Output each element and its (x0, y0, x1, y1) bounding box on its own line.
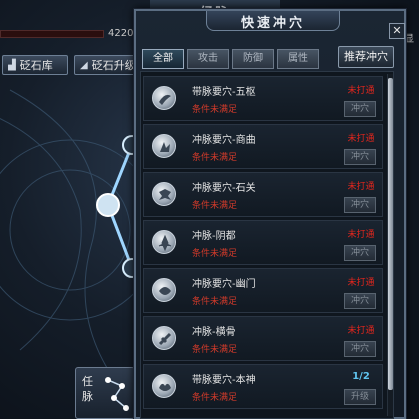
acupoint-name: 冲脉要穴-幽门 (192, 279, 256, 290)
open-acupoint-button[interactable]: 冲穴 (344, 293, 376, 309)
stone-library-button[interactable]: ▟ 砭石库 (2, 55, 68, 75)
acupoint-condition: 条件未满足 (192, 345, 238, 355)
list-scrollbar[interactable] (387, 74, 393, 416)
acupoint-condition: 条件未满足 (192, 153, 238, 163)
list-item[interactable]: 冲脉要穴-幽门 条件未满足 未打通 冲穴 (143, 268, 383, 313)
meridian-tab-renmai[interactable]: 任脉 (75, 367, 135, 419)
stone-library-icon: ▟ (8, 59, 16, 71)
close-button[interactable]: ✕ (389, 23, 405, 39)
filter-tabs: 全部 攻击 防御 属性 (142, 49, 319, 69)
acupoint-status: 未打通 (347, 182, 375, 192)
acupoint-status: 未打通 (347, 230, 375, 240)
acupoint-status: 未打通 (347, 278, 375, 288)
acupoint-level-progress: 1/2 (352, 371, 370, 382)
acupoint-name: 冲脉-横骨 (192, 327, 236, 338)
stone-library-label: 砭石库 (19, 59, 53, 72)
upgrade-acupoint-button[interactable]: 升级 (344, 389, 376, 405)
meridian-tab-label: 任脉 (82, 375, 93, 403)
recommend-acupoint-button[interactable]: 推荐冲穴 (338, 46, 394, 68)
stone-upgrade-label: 砭石升级 (91, 59, 136, 72)
stone-upgrade-button[interactable]: ◢ 砭石升级 (74, 55, 136, 75)
acupoint-icon (152, 374, 176, 398)
list-item[interactable]: 冲脉要穴-石关 条件未满足 未打通 冲穴 (143, 172, 383, 217)
open-acupoint-button[interactable]: 冲穴 (344, 197, 376, 213)
acupoint-icon (152, 134, 176, 158)
constellation-icon (105, 377, 129, 411)
list-item[interactable]: 冲脉-横骨 条件未满足 未打通 冲穴 (143, 316, 383, 361)
acupoint-status: 未打通 (347, 86, 375, 96)
quick-acupoint-dialog: 快速冲穴 ✕ 全部 攻击 防御 属性 推荐冲穴 带脉要穴-五枢 条件未满足 未打… (134, 9, 406, 419)
list-item[interactable]: 带脉要穴-五枢 条件未满足 未打通 冲穴 (143, 76, 383, 121)
tab-defense[interactable]: 防御 (232, 49, 274, 69)
open-acupoint-button[interactable]: 冲穴 (344, 149, 376, 165)
tab-all[interactable]: 全部 (142, 49, 184, 69)
acupoint-name: 冲脉-阴都 (192, 231, 236, 242)
acupoint-condition: 条件未满足 (192, 297, 238, 307)
acupoint-list: 带脉要穴-五枢 条件未满足 未打通 冲穴 冲脉要穴-商曲 条件未满足 未打通 冲… (140, 71, 394, 419)
tab-attack[interactable]: 攻击 (187, 49, 229, 69)
acupoint-status: 未打通 (347, 326, 375, 336)
scrollbar-thumb[interactable] (388, 78, 393, 390)
acupoint-status: 未打通 (347, 134, 375, 144)
stone-upgrade-icon: ◢ (80, 59, 88, 71)
open-acupoint-button[interactable]: 冲穴 (344, 341, 376, 357)
list-item[interactable]: 带脉要穴-本神 条件未满足 1/2 升级 (143, 364, 383, 409)
acupoint-icon (152, 326, 176, 350)
acupoint-condition: 条件未满足 (192, 201, 238, 211)
acupoint-name: 冲脉要穴-商曲 (192, 135, 256, 146)
acupoint-name: 带脉要穴-本神 (192, 375, 256, 386)
tab-attribute[interactable]: 属性 (277, 49, 319, 69)
list-item[interactable]: 冲脉-阴都 条件未满足 未打通 冲穴 (143, 220, 383, 265)
acupoint-name: 带脉要穴-五枢 (192, 87, 256, 98)
experience-progress-value: 4220 (108, 28, 134, 39)
dialog-title: 快速冲穴 (240, 16, 305, 31)
acupoint-icon (152, 86, 176, 110)
acupoint-icon (152, 230, 176, 254)
acupoint-condition: 条件未满足 (192, 249, 238, 259)
acupoint-icon (152, 278, 176, 302)
acupoint-condition: 条件未满足 (192, 105, 238, 115)
open-acupoint-button[interactable]: 冲穴 (344, 245, 376, 261)
acupoint-name: 冲脉要穴-石关 (192, 183, 256, 194)
list-item[interactable]: 冲脉要穴-商曲 条件未满足 未打通 冲穴 (143, 124, 383, 169)
acupoint-condition: 条件未满足 (192, 393, 238, 403)
acupoint-icon (152, 182, 176, 206)
open-acupoint-button[interactable]: 冲穴 (344, 101, 376, 117)
experience-progress-bar (0, 30, 104, 38)
